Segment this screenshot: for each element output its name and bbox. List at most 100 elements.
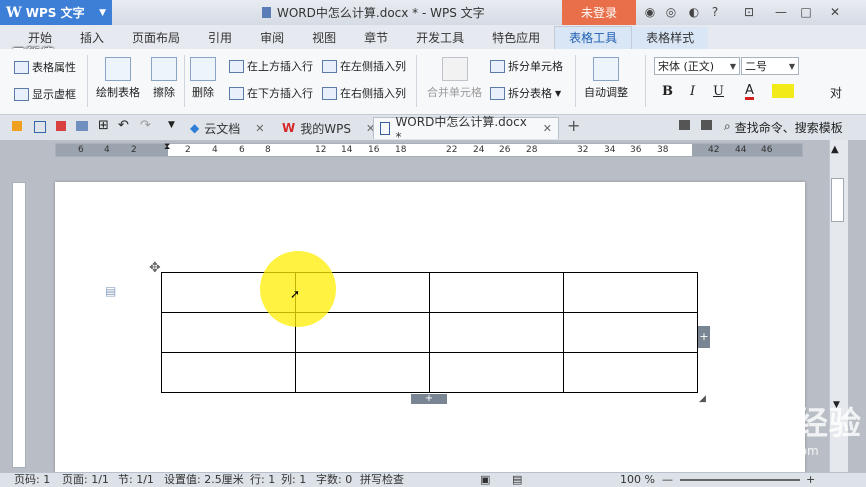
- settings-icon[interactable]: ◎: [662, 3, 680, 21]
- split-table-icon: [490, 86, 505, 100]
- table-cell[interactable]: [563, 272, 698, 313]
- table-cell[interactable]: [429, 312, 564, 353]
- tab-insert[interactable]: 插入: [66, 27, 118, 49]
- insert-col-right-button[interactable]: 在右侧插入列: [322, 85, 406, 101]
- zoom-out-icon[interactable]: —: [662, 473, 673, 487]
- horizontal-ruler[interactable]: 6 4 2 2 4 6 8 12 14 16 18 22 24 26 28 32…: [55, 142, 803, 157]
- close-icon[interactable]: ✕: [255, 122, 264, 135]
- export-pdf-icon[interactable]: [56, 121, 66, 131]
- insert-row-above-label: 在上方插入行: [247, 60, 313, 73]
- insert-row-above-icon: [229, 59, 244, 73]
- table-cell[interactable]: [429, 352, 564, 393]
- restore-icon[interactable]: ⊡: [740, 3, 758, 21]
- page-view-icon[interactable]: ▣: [480, 473, 490, 487]
- bold-button[interactable]: B: [662, 84, 673, 99]
- add-row-icon[interactable]: +: [411, 394, 447, 404]
- paragraph-options-icon[interactable]: ▤: [105, 284, 116, 298]
- font-name-select[interactable]: 宋体 (正文) ▼: [654, 57, 740, 75]
- login-button[interactable]: 未登录: [562, 0, 636, 25]
- show-gridlines-button[interactable]: 显示虚框: [14, 86, 76, 102]
- status-row: 行: 1: [250, 473, 276, 486]
- ruler-number: 46: [761, 145, 773, 155]
- status-spell-check[interactable]: 拼写检查: [360, 473, 404, 487]
- new-tab-button[interactable]: +: [567, 116, 580, 135]
- status-words[interactable]: 字数: 0: [316, 473, 352, 487]
- zoom-slider[interactable]: [680, 479, 800, 481]
- draw-table-button[interactable]: 绘制表格: [96, 57, 140, 100]
- erase-button[interactable]: 擦除: [151, 57, 177, 100]
- print-icon[interactable]: [76, 121, 88, 131]
- tab-view[interactable]: 视图: [298, 27, 350, 49]
- close-icon[interactable]: ✕: [826, 3, 844, 21]
- undo-icon[interactable]: ↶: [118, 118, 129, 133]
- italic-button[interactable]: I: [690, 84, 695, 99]
- table-cell[interactable]: [563, 352, 698, 393]
- document-table[interactable]: [161, 272, 698, 393]
- zoom-value[interactable]: 100 %: [620, 473, 655, 487]
- table-properties-button[interactable]: 表格属性: [14, 59, 76, 75]
- table-cell[interactable]: [295, 352, 430, 393]
- tab-my-wps[interactable]: W 我的WPS ✕: [276, 117, 381, 139]
- help-button[interactable]: ?: [706, 3, 724, 21]
- chevron-down-icon: ▼: [555, 88, 562, 98]
- underline-button[interactable]: U: [713, 84, 724, 99]
- open-folder-icon[interactable]: [12, 121, 22, 131]
- split-table-button[interactable]: 拆分表格 ▼: [490, 85, 561, 101]
- tab-special[interactable]: 特色应用: [478, 27, 554, 49]
- scrollbar-thumb[interactable]: [831, 178, 844, 222]
- print-preview-icon[interactable]: ⊞: [98, 118, 109, 133]
- share-icon[interactable]: ◐: [685, 3, 703, 21]
- indent-marker-icon[interactable]: ⧗: [164, 142, 170, 152]
- insert-col-left-label: 在左侧插入列: [340, 60, 406, 73]
- delete-button[interactable]: 删除: [190, 57, 216, 100]
- highlight-color-icon[interactable]: [772, 84, 794, 98]
- close-icon[interactable]: ✕: [543, 122, 552, 135]
- add-column-icon[interactable]: +: [698, 326, 710, 348]
- table-cell[interactable]: [563, 312, 698, 353]
- command-search[interactable]: ⌕ 查找命令、搜索模板: [724, 119, 843, 136]
- tab-page-layout[interactable]: 页面布局: [118, 27, 194, 49]
- chevron-down-icon[interactable]: ▼: [168, 120, 175, 130]
- table-cell[interactable]: [161, 352, 296, 393]
- redo-icon[interactable]: ↷: [140, 118, 151, 133]
- tab-references[interactable]: 引用: [194, 27, 246, 49]
- save-icon[interactable]: [34, 121, 46, 133]
- zoom-in-icon[interactable]: +: [806, 473, 815, 487]
- insert-row-above-button[interactable]: 在上方插入行: [229, 58, 313, 74]
- insert-col-left-button[interactable]: 在左侧插入列: [322, 58, 406, 74]
- font-color-button[interactable]: A: [745, 84, 754, 100]
- split-cells-button[interactable]: 拆分单元格: [490, 58, 563, 74]
- auto-fit-button[interactable]: 自动调整: [584, 57, 628, 100]
- tab-table-style[interactable]: 表格样式: [632, 27, 709, 49]
- align-button[interactable]: 对: [830, 84, 842, 101]
- comment-icon[interactable]: [679, 120, 690, 130]
- skin-icon[interactable]: ◉: [641, 3, 659, 21]
- vertical-ruler[interactable]: [12, 182, 26, 468]
- merge-cells-icon: [441, 57, 468, 81]
- document-icon: [380, 122, 391, 135]
- divider: [87, 55, 88, 107]
- tab-cloud-docs[interactable]: ◆ 云文档 ✕: [184, 117, 270, 139]
- font-size-select[interactable]: 二号 ▼: [741, 57, 799, 75]
- table-properties-label: 表格属性: [32, 61, 76, 74]
- outline-view-icon[interactable]: ▤: [512, 473, 522, 487]
- tab-current-document[interactable]: WORD中怎么计算.docx * ✕: [373, 115, 559, 144]
- app-menu-button[interactable]: W WPS 文字 ▼: [0, 0, 112, 25]
- ruler-number: 42: [708, 145, 720, 155]
- tab-table-tools[interactable]: 表格工具: [554, 26, 633, 49]
- table-cell[interactable]: [429, 272, 564, 313]
- insert-row-below-button[interactable]: 在下方插入行: [229, 85, 313, 101]
- flag-icon[interactable]: [701, 120, 712, 130]
- minimize-icon[interactable]: —: [772, 3, 790, 21]
- chevron-down-icon: ▼: [729, 61, 737, 71]
- maximize-icon[interactable]: □: [797, 3, 815, 21]
- status-page[interactable]: 页码: 1: [14, 473, 50, 487]
- table-move-handle-icon[interactable]: ✥: [149, 260, 161, 276]
- scroll-up-icon[interactable]: ▲: [831, 144, 839, 155]
- ribbon-tabs: 开始 插入 页面布局 引用 审阅 视图 章节 开发工具 特色应用 表格工具 表格…: [0, 25, 866, 49]
- merge-cells-button[interactable]: 合并单元格: [427, 57, 482, 100]
- tab-developer[interactable]: 开发工具: [402, 27, 478, 49]
- tab-chapter[interactable]: 章节: [350, 27, 402, 49]
- tab-review[interactable]: 审阅: [246, 27, 298, 49]
- ruler-number: 28: [526, 145, 538, 155]
